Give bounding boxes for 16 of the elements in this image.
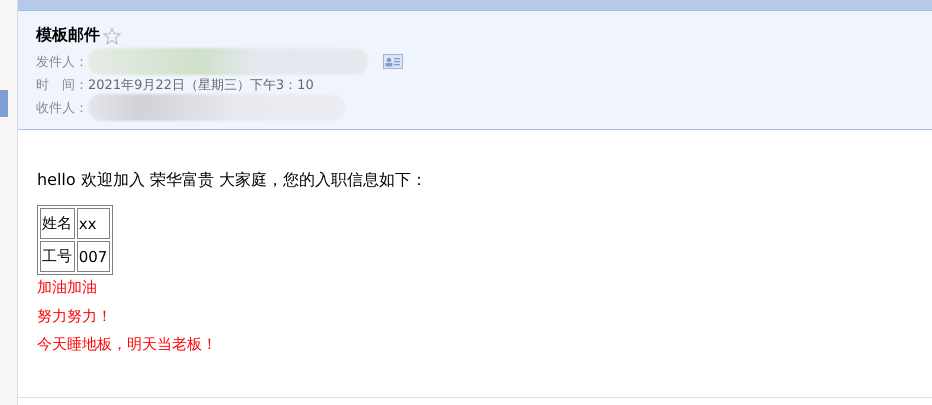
field-value: 2021年9月22日（星期三）下午3：10 <box>88 76 314 94</box>
message-line: 努力努力！ <box>37 306 113 326</box>
table-cell: 姓名 <box>40 208 75 239</box>
contact-card-icon[interactable] <box>383 54 403 69</box>
message-line: 今天睡地板，明天当老板！ <box>37 334 218 355</box>
message-line: 加油加油 <box>37 277 98 298</box>
mail-subject: 模板邮件 <box>36 25 100 46</box>
field-label: 收件人： <box>36 100 88 116</box>
table-cell: 工号 <box>40 241 75 272</box>
greeting-text: hello 欢迎加入 荣华富贵 大家庭，您的入职信息如下： <box>37 170 428 191</box>
field-label: 发件人： <box>36 54 88 70</box>
sidebar-tab[interactable] <box>0 90 8 117</box>
star-icon[interactable] <box>103 26 121 44</box>
table-cell: xx <box>76 208 110 239</box>
table-cell: 007 <box>76 241 110 272</box>
field-label: 时 间： <box>36 76 88 94</box>
